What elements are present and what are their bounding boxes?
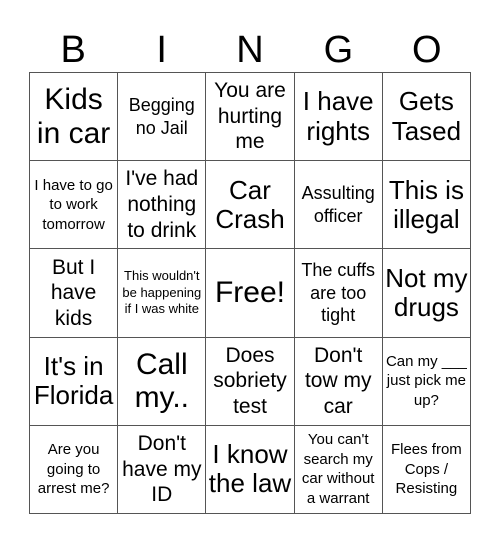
bingo-cell[interactable]: You can't search my car without a warran…: [294, 425, 383, 514]
bingo-cell[interactable]: I know the law: [206, 425, 295, 514]
bingo-cell[interactable]: I've had nothing to drink: [118, 161, 207, 250]
bingo-cell[interactable]: Car Crash: [206, 161, 295, 250]
bingo-cell[interactable]: Don't have my ID: [118, 425, 207, 514]
header-letter-i: I: [156, 29, 167, 71]
bingo-cell[interactable]: This wouldn't be happening if I was whit…: [118, 249, 207, 338]
bingo-cell[interactable]: Call my..: [118, 337, 207, 426]
header-letter-n: N: [236, 29, 264, 71]
bingo-grid: Kids in car Begging no Jail You are hurt…: [29, 72, 471, 514]
bingo-cell[interactable]: Flees from Cops / Resisting: [382, 425, 471, 514]
bingo-header: B I N G O: [29, 28, 471, 72]
header-letter-o: O: [412, 29, 442, 71]
bingo-cell[interactable]: The cuffs are too tight: [294, 249, 383, 338]
bingo-cell[interactable]: I have to go to work tomorrow: [30, 161, 119, 250]
bingo-cell[interactable]: Does sobriety test: [206, 337, 295, 426]
header-letter-b: B: [60, 29, 86, 71]
bingo-cell[interactable]: Can my ___ just pick me up?: [382, 337, 471, 426]
bingo-cell[interactable]: Begging no Jail: [118, 73, 207, 162]
bingo-cell[interactable]: But I have kids: [30, 249, 119, 338]
bingo-cell[interactable]: Gets Tased: [382, 73, 471, 162]
bingo-cell[interactable]: Are you going to arrest me?: [30, 425, 119, 514]
free-space-cell[interactable]: Free!: [206, 249, 295, 338]
bingo-cell[interactable]: It's in Florida: [30, 337, 119, 426]
bingo-cell[interactable]: Not my drugs: [382, 249, 471, 338]
header-letter-g: G: [323, 29, 354, 71]
bingo-cell[interactable]: Kids in car: [30, 73, 119, 162]
bingo-cell[interactable]: I have rights: [294, 73, 383, 162]
bingo-cell[interactable]: You are hurting me: [206, 73, 295, 162]
bingo-cell[interactable]: Don't tow my car: [294, 337, 383, 426]
bingo-cell[interactable]: Assulting officer: [294, 161, 383, 250]
bingo-cell[interactable]: This is illegal: [382, 161, 471, 250]
